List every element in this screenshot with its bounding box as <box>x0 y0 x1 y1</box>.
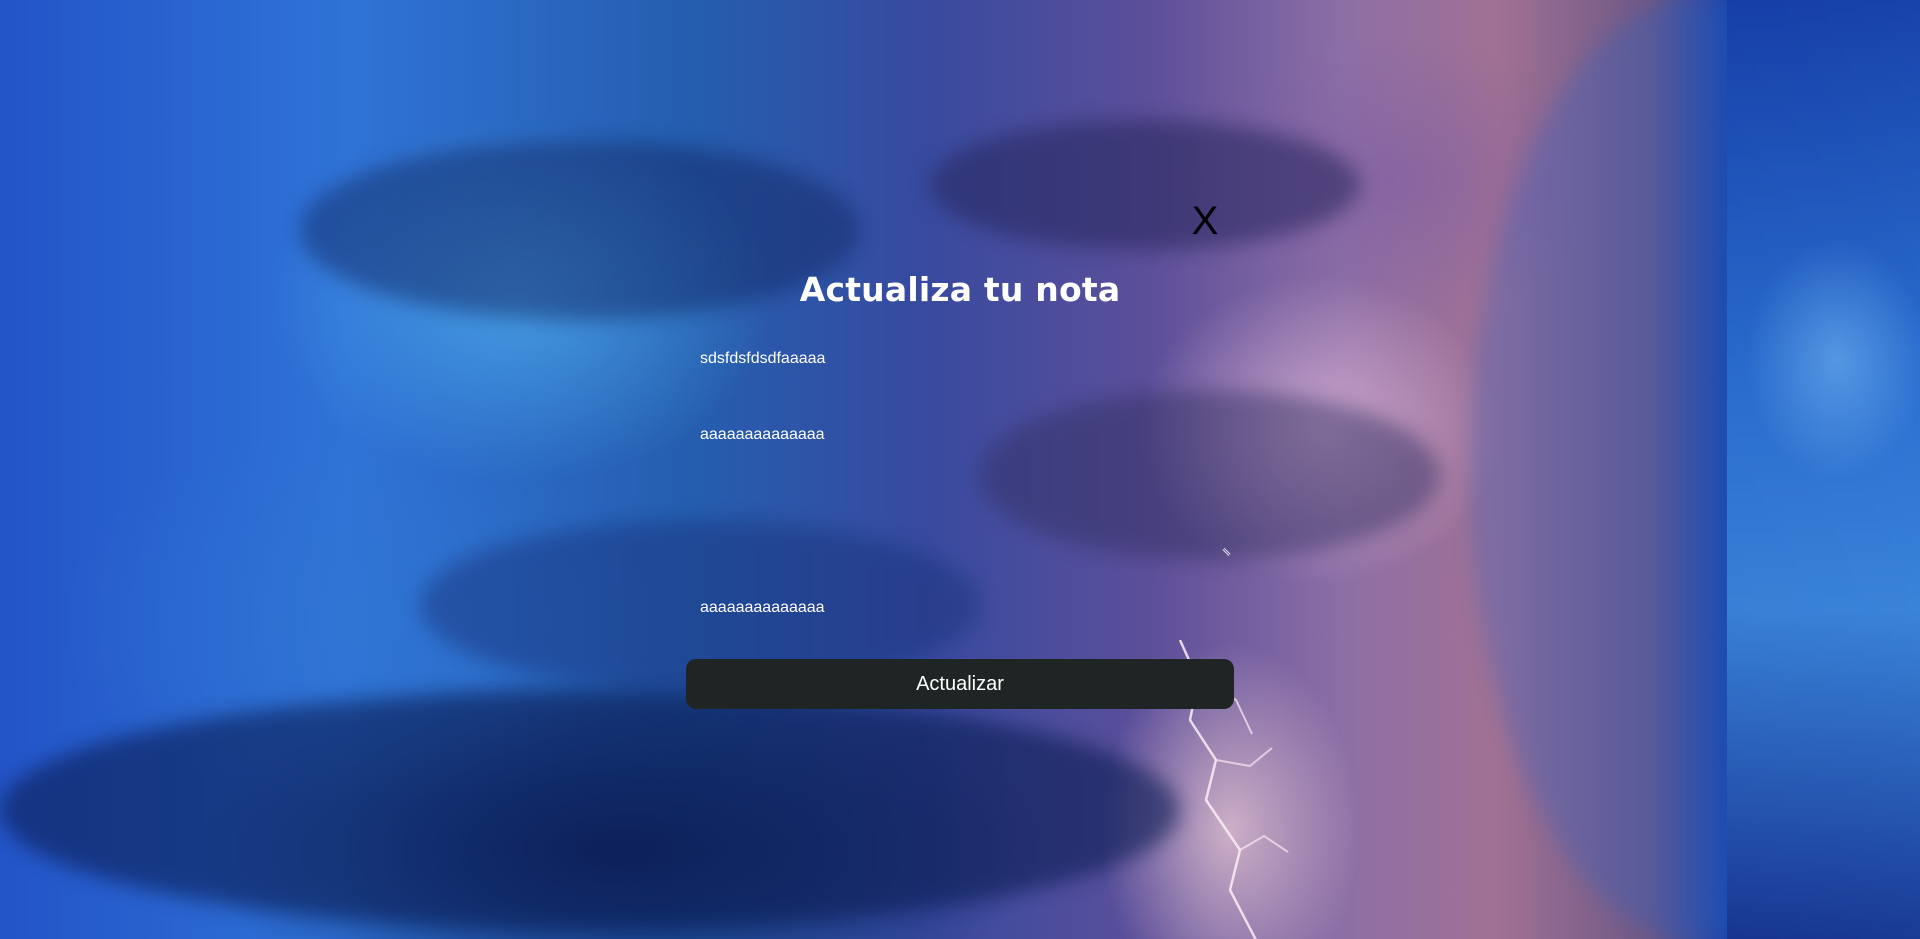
background-edge-strip <box>1727 0 1920 939</box>
note-extra-field[interactable]: aaaaaaaaaaaaaa <box>700 598 825 618</box>
page-title: Actualiza tu nota <box>799 270 1121 309</box>
close-icon: X <box>1191 199 1219 243</box>
storm-cloud-mid-right <box>980 390 1440 560</box>
storm-cloud-bottom <box>0 690 1180 930</box>
close-button[interactable]: X <box>1188 200 1222 242</box>
note-title-field[interactable]: sdsfdsfdsdfaaaaa <box>700 349 825 369</box>
update-note-page: X Actualiza tu nota sdsfdsfdsdfaaaaa aaa… <box>0 0 1920 939</box>
storm-cloud-top-right <box>930 120 1360 250</box>
update-button[interactable]: Actualizar <box>686 659 1234 709</box>
note-description-field[interactable]: aaaaaaaaaaaaaa <box>700 425 825 445</box>
